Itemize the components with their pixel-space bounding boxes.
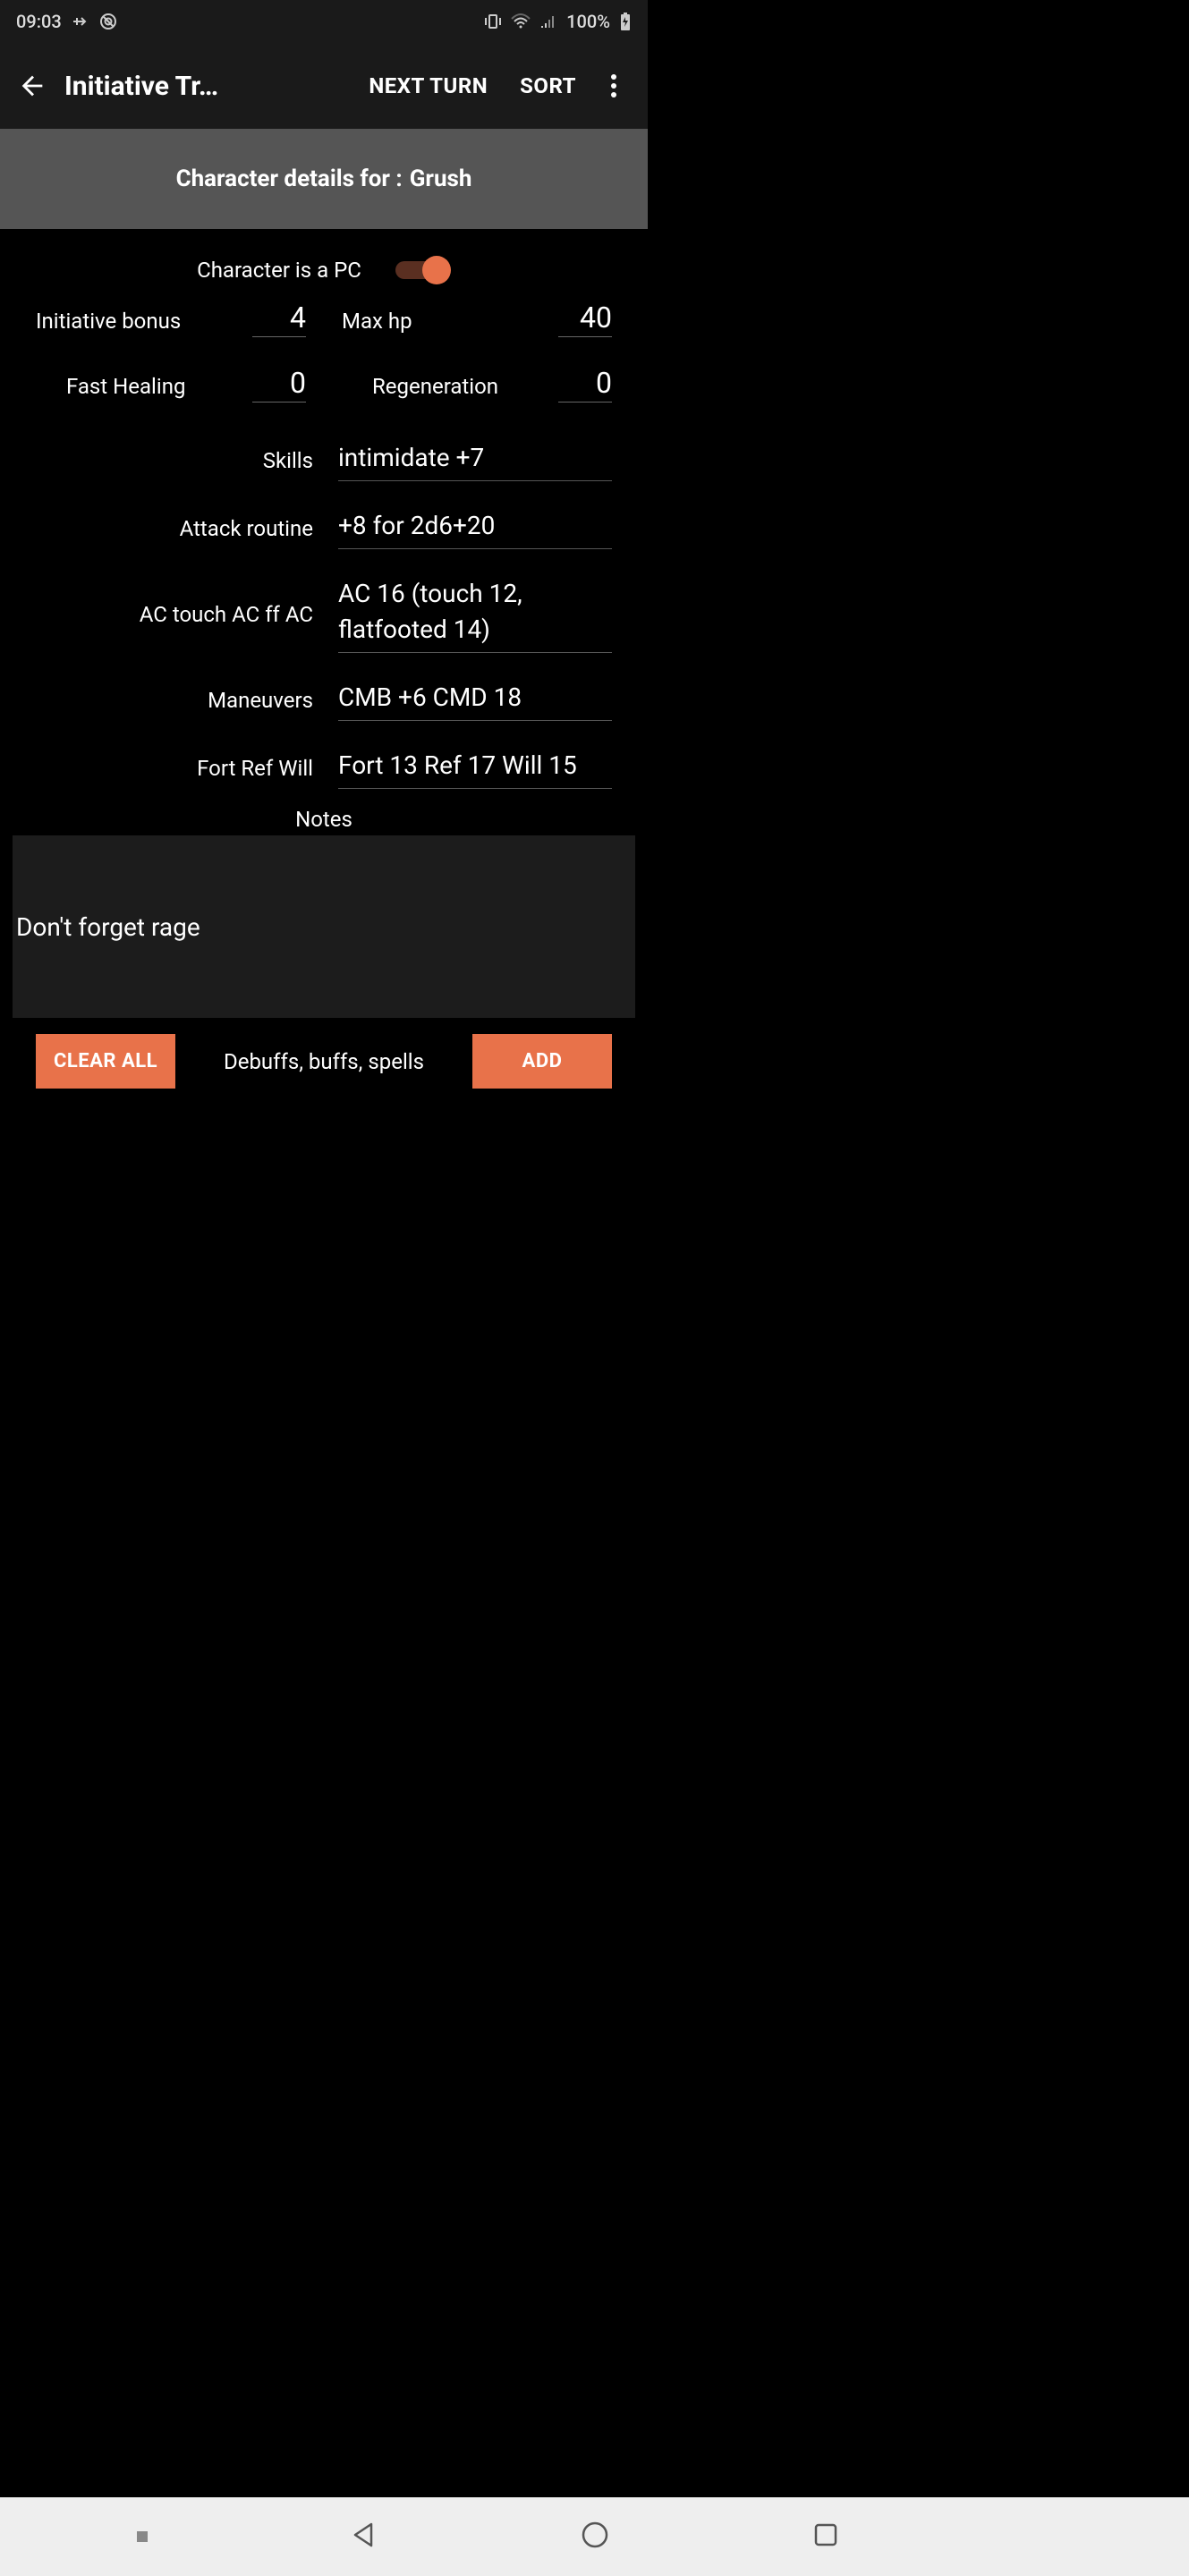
skills-label: Skills [36, 448, 338, 473]
max-hp-label: Max hp [342, 309, 558, 337]
nav-back-button[interactable] [350, 2521, 378, 2553]
saves-input[interactable]: Fort 13 Ref 17 Will 15 [338, 748, 612, 789]
skills-input[interactable]: intimidate +7 [338, 440, 612, 481]
app-bar: Initiative Tr… NEXT TURN SORT [0, 43, 648, 129]
at-icon [99, 13, 117, 30]
pc-toggle[interactable] [395, 256, 451, 284]
max-hp-input[interactable]: 40 [558, 301, 612, 337]
buffs-label: Debuffs, buffs, spells [224, 1049, 424, 1074]
fast-healing-label: Fast Healing [36, 374, 252, 402]
clock: 09:03 [16, 11, 62, 32]
char-header-prefix: Character details for : [176, 165, 403, 192]
status-bar: 09:03 100% [0, 0, 648, 43]
app-title: Initiative Tr… [64, 71, 261, 102]
clear-all-button[interactable]: CLEAR ALL [36, 1034, 175, 1089]
notes-label: Notes [0, 801, 648, 835]
init-bonus-label: Initiative bonus [36, 309, 252, 337]
nav-home-button[interactable] [580, 2520, 610, 2554]
fast-healing-input[interactable]: 0 [252, 366, 306, 402]
back-button[interactable] [7, 71, 57, 101]
init-bonus-input[interactable]: 4 [252, 301, 306, 337]
signal-icon [539, 13, 557, 30]
character-header: Character details for : Grush [0, 129, 648, 229]
overflow-menu-button[interactable] [596, 74, 632, 97]
char-header-name: Grush [410, 165, 472, 192]
maneuvers-label: Maneuvers [36, 688, 338, 713]
maneuvers-input[interactable]: CMB +6 CMD 18 [338, 680, 612, 721]
ac-input[interactable]: AC 16 (touch 12, flatfooted 14) [338, 576, 612, 652]
attack-label: Attack routine [36, 516, 338, 541]
battery-icon [619, 12, 632, 31]
notes-text: Don't forget rage [16, 912, 200, 942]
pc-toggle-label: Character is a PC [197, 258, 361, 283]
nav-recent-small[interactable] [137, 2531, 148, 2542]
attack-input[interactable]: +8 for 2d6+20 [338, 508, 612, 549]
wifi-icon [511, 13, 531, 30]
add-button[interactable]: ADD [472, 1034, 612, 1089]
notes-input[interactable]: Don't forget rage [13, 835, 635, 1018]
system-nav-bar [0, 2497, 1189, 2576]
regen-label: Regeneration [342, 374, 558, 402]
next-turn-button[interactable]: NEXT TURN [356, 73, 500, 98]
regen-input[interactable]: 0 [558, 366, 612, 402]
saves-label: Fort Ref Will [36, 756, 338, 781]
ac-label: AC touch AC ff AC [36, 602, 338, 627]
vibrate-icon [484, 13, 502, 30]
nav-recents-button[interactable] [812, 2521, 839, 2552]
sort-button[interactable]: SORT [507, 73, 589, 98]
battery-text: 100% [566, 11, 610, 32]
usb-icon [72, 15, 89, 28]
